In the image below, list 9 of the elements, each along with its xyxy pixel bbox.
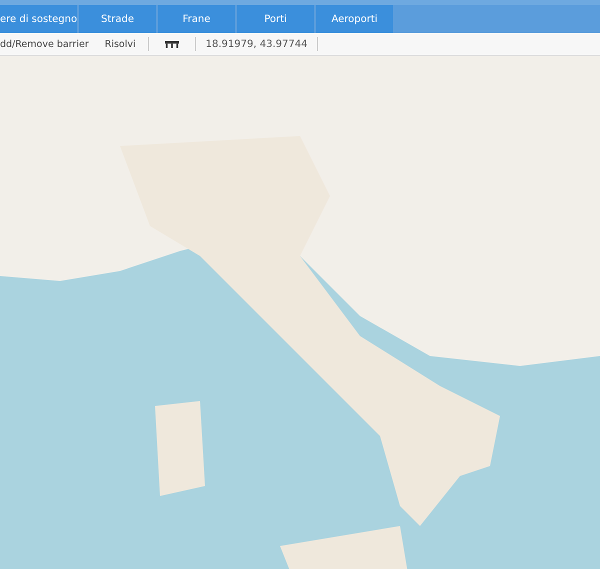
tab[interactable]: Aeroporti	[316, 5, 393, 33]
tab[interactable]: Frane	[158, 5, 235, 33]
solve-button[interactable]: Risolvi	[96, 33, 144, 55]
tab[interactable]: Strade	[79, 5, 156, 33]
tab[interactable]: Porti	[237, 5, 314, 33]
tab[interactable]: ere di sostegno	[0, 5, 77, 33]
barrier-button[interactable]: dd/Remove barrier	[0, 33, 97, 55]
barrier-icon[interactable]	[164, 40, 179, 48]
coordinates-text: 18.91979, 43.97744	[204, 38, 308, 50]
